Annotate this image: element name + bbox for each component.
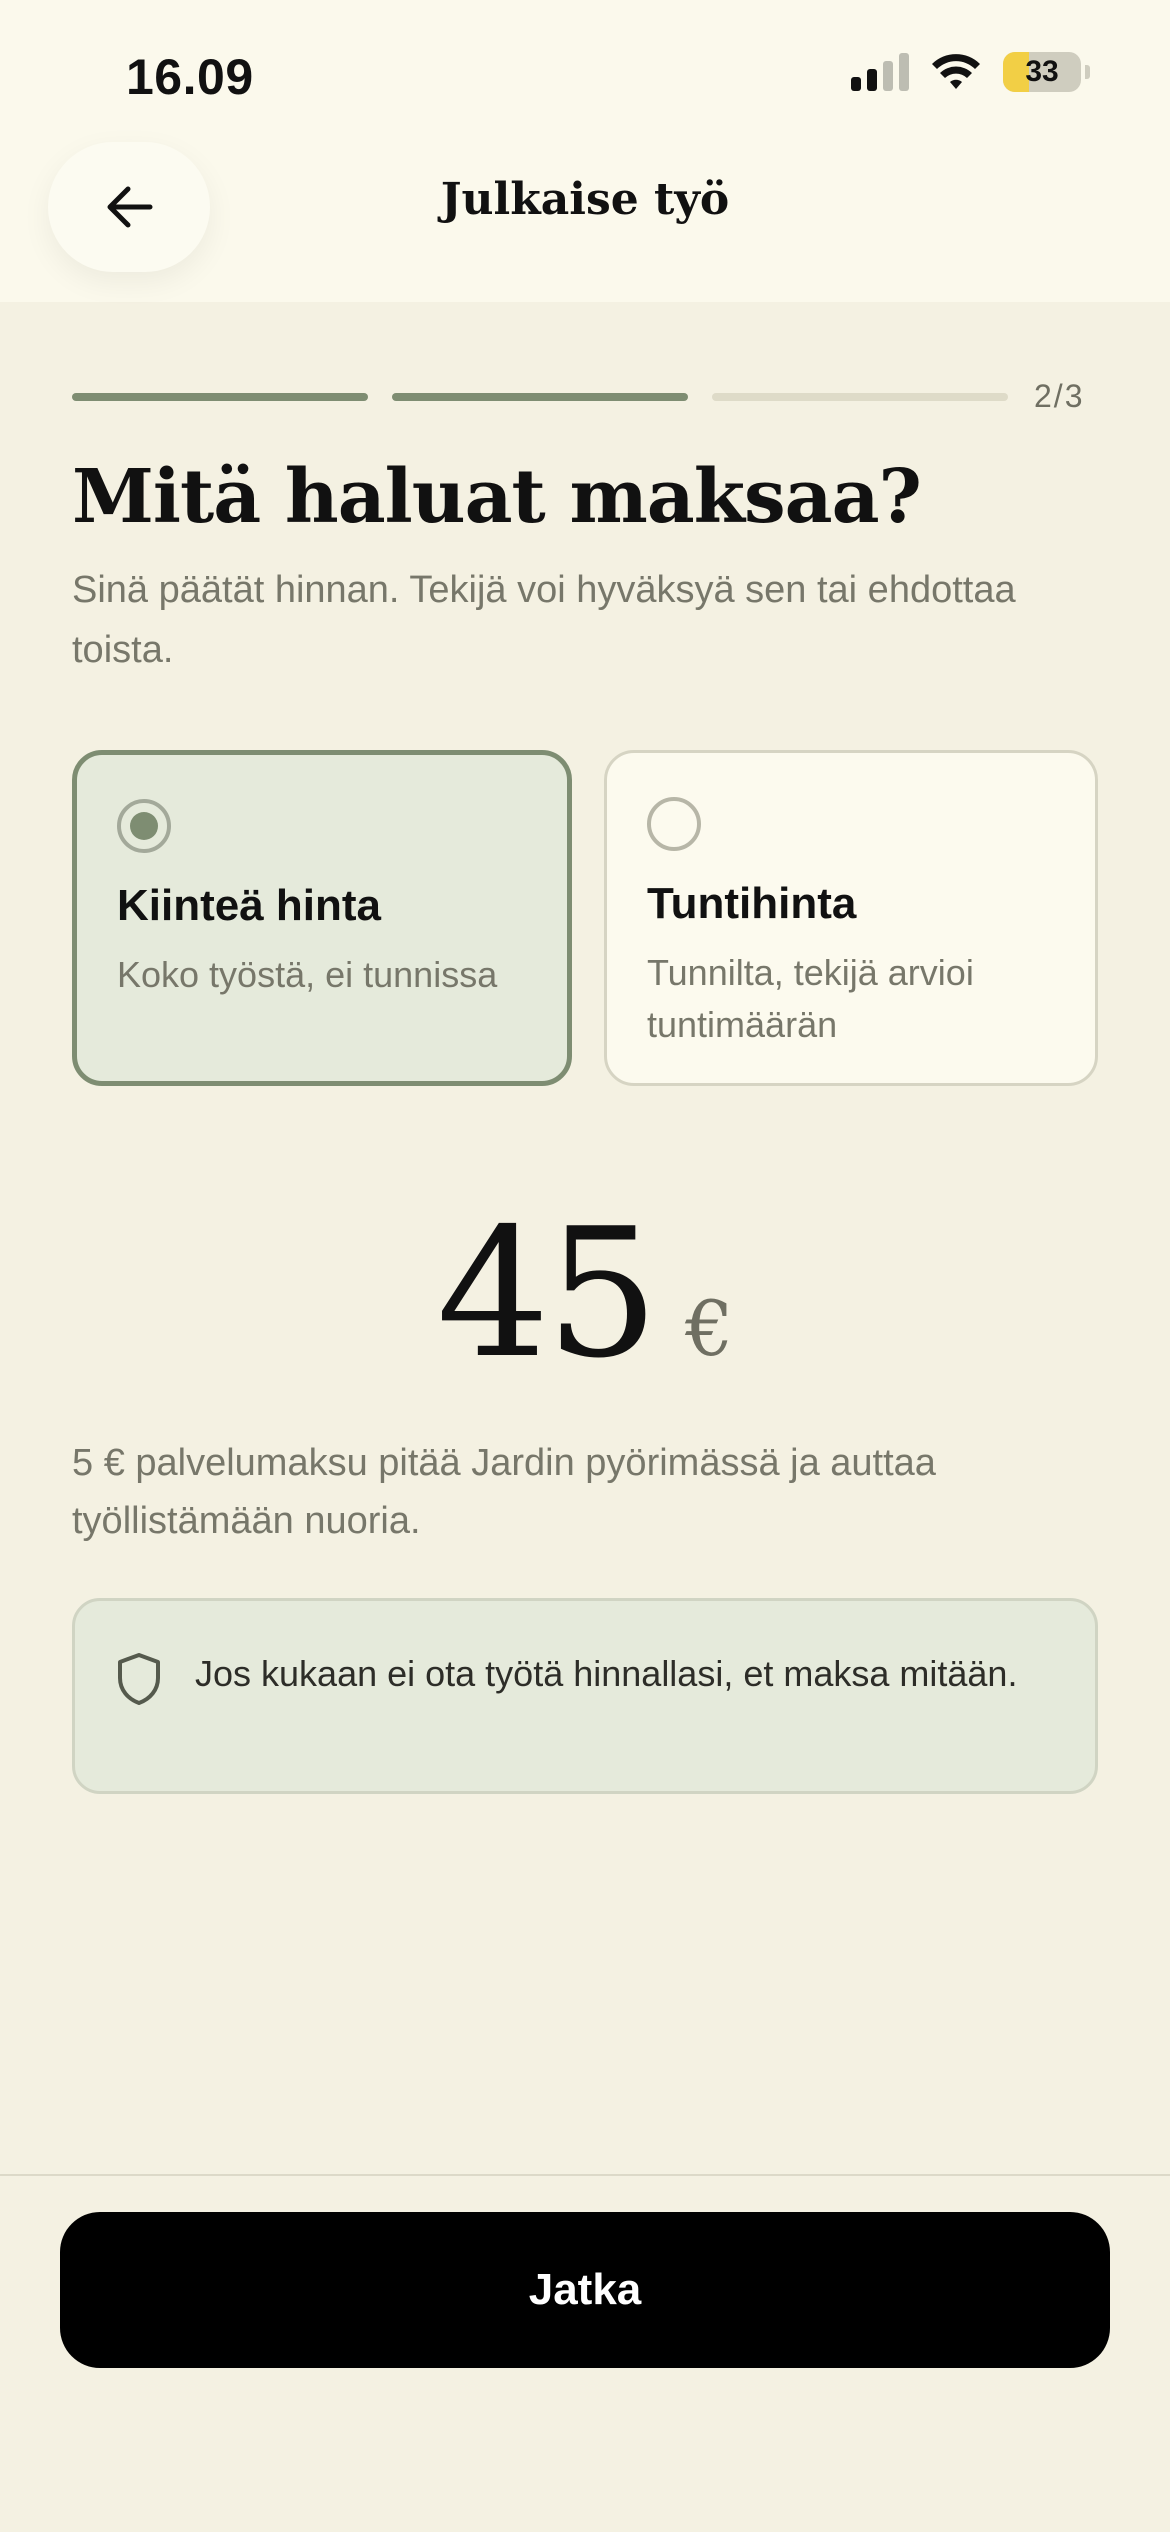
- progress-segment: [712, 392, 1008, 401]
- battery-icon: 33: [1003, 52, 1081, 92]
- footer-divider: [0, 2174, 1170, 2176]
- wifi-icon: [932, 54, 980, 89]
- price-input[interactable]: 45 €: [0, 1190, 1170, 1397]
- progress-segment: [72, 392, 368, 401]
- question-heading: Mitä haluat maksaa?: [72, 454, 922, 540]
- guarantee-text: Jos kukaan ei ota työtä hinnallasi, et m…: [195, 1653, 1018, 1694]
- currency-symbol: €: [685, 1284, 734, 1373]
- option-fixed-price[interactable]: Kiinteä hinta Koko työstä, ei tunnissa: [72, 750, 572, 1086]
- page-title: Julkaise työ: [440, 174, 730, 225]
- option-title: Tuntihinta: [647, 879, 857, 928]
- question-subtitle: Sinä päätät hinnan. Tekijä voi hyväksyä …: [72, 569, 1016, 671]
- battery-level: 33: [1025, 55, 1059, 88]
- top-bar: 16.09 33 Julkaise työ: [0, 0, 1170, 302]
- continue-button[interactable]: Jatka: [60, 2212, 1110, 2368]
- battery-tip: [1085, 65, 1090, 79]
- status-time: 16.09: [126, 49, 254, 105]
- price-amount[interactable]: 45: [437, 1190, 659, 1397]
- radio-unselected-icon[interactable]: [647, 797, 701, 851]
- guarantee-notice: Jos kukaan ei ota työtä hinnallasi, et m…: [72, 1598, 1098, 1794]
- option-hourly-price[interactable]: Tuntihinta Tunnilta, tekijä arvioi tunti…: [604, 750, 1098, 1086]
- screen: 16.09 33 Julkaise työ 2/3 Mitä haluat ma…: [0, 0, 1170, 2532]
- step-counter: 2/3: [1034, 378, 1085, 414]
- cellular-signal-icon: [851, 53, 909, 91]
- status-icons: 33: [851, 52, 1090, 92]
- option-description: Koko työstä, ei tunnissa: [117, 954, 498, 995]
- step-progress: 2/3: [72, 378, 1084, 415]
- progress-segment: [392, 392, 688, 401]
- shield-icon: [118, 1653, 160, 1705]
- option-title: Kiinteä hinta: [117, 881, 382, 930]
- service-fee-note: 5 € palvelumaksu pitää Jardin pyörimässä…: [72, 1442, 936, 1542]
- option-description: Tunnilta, tekijä arvioi tuntimäärän: [647, 952, 974, 1045]
- radio-selected-icon[interactable]: [117, 799, 171, 853]
